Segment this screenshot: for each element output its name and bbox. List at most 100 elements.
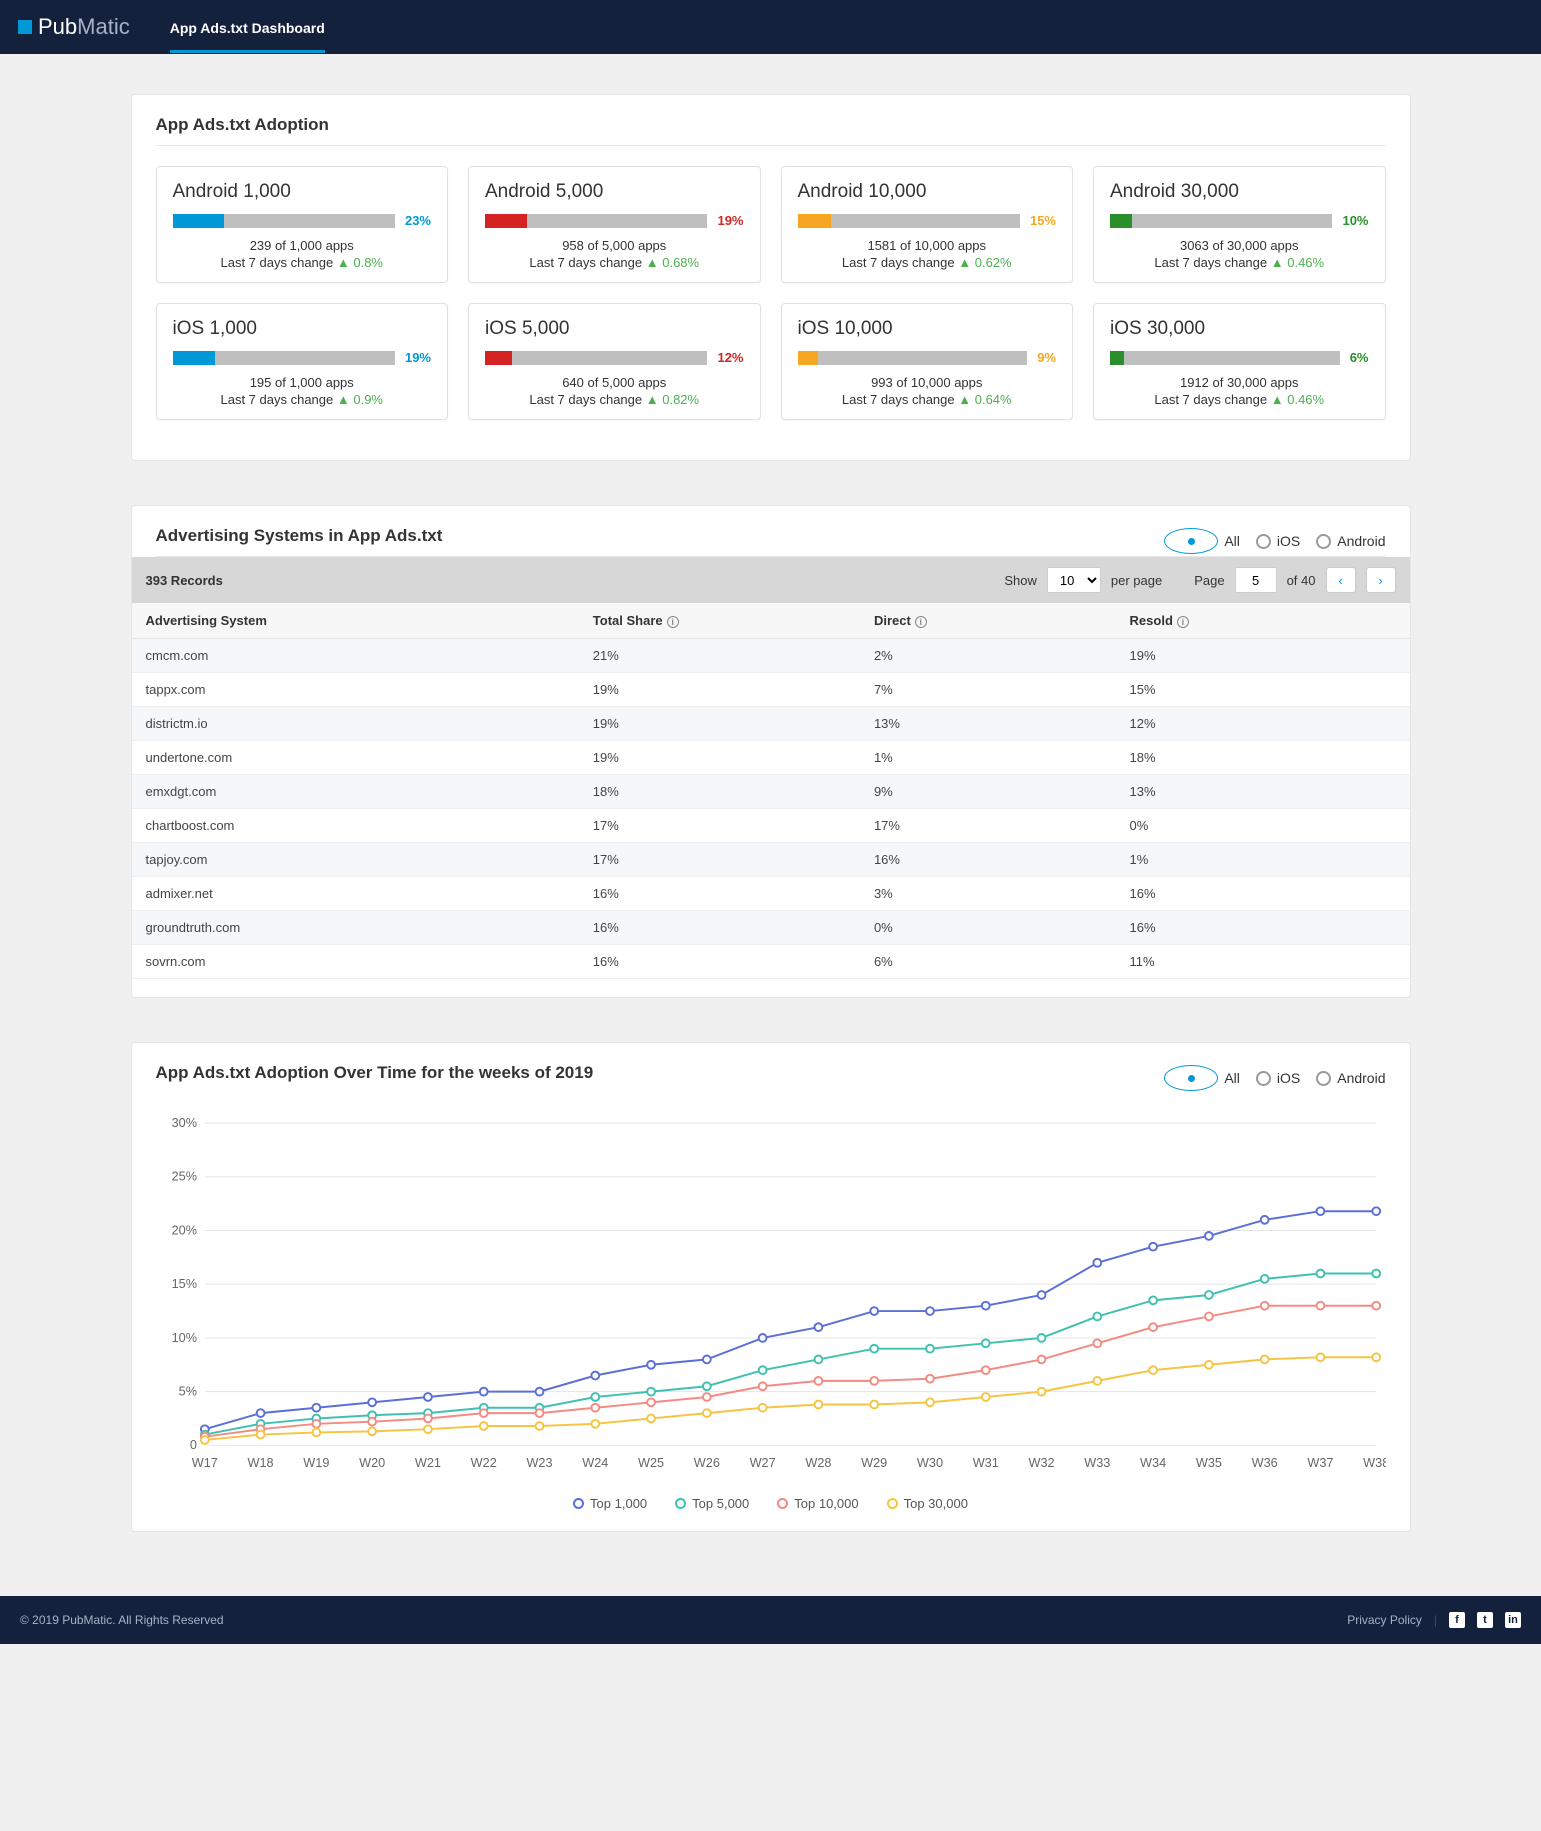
chevron-left-icon: ‹: [1338, 573, 1342, 588]
progress-pct: 10%: [1342, 213, 1368, 228]
svg-text:W35: W35: [1195, 1456, 1221, 1470]
panel-overtime: App Ads.txt Adoption Over Time for the w…: [131, 1042, 1411, 1532]
radio-dot-icon: [1256, 534, 1271, 549]
svg-text:W19: W19: [303, 1456, 329, 1470]
col-resold[interactable]: Resoldi: [1116, 603, 1410, 639]
linkedin-icon[interactable]: in: [1505, 1612, 1521, 1628]
cell-resold: 0%: [1116, 809, 1410, 843]
table-row[interactable]: groundtruth.com16%0%16%: [132, 911, 1410, 945]
logo-square-icon: [18, 20, 32, 34]
progress-fill: [173, 214, 224, 228]
footer-copyright: © 2019 PubMatic. All Rights Reserved: [20, 1613, 224, 1627]
arrow-up-icon: ▲: [646, 255, 659, 270]
twitter-icon[interactable]: t: [1477, 1612, 1493, 1628]
card-change: Last 7 days change ▲ 0.9%: [173, 392, 432, 407]
table-row[interactable]: emxdgt.com18%9%13%: [132, 775, 1410, 809]
svg-text:W27: W27: [749, 1456, 775, 1470]
radio-all[interactable]: All: [1164, 1065, 1240, 1091]
radio-ios[interactable]: iOS: [1256, 533, 1300, 549]
svg-text:W31: W31: [972, 1456, 998, 1470]
cell-direct: 1%: [860, 741, 1116, 775]
arrow-up-icon: ▲: [958, 255, 971, 270]
prev-page-button[interactable]: ‹: [1326, 567, 1356, 593]
panel-title: Advertising Systems in App Ads.txt: [156, 526, 443, 546]
page-number-input[interactable]: [1235, 567, 1277, 593]
cell-direct: 0%: [860, 911, 1116, 945]
table-row[interactable]: tapjoy.com17%16%1%: [132, 843, 1410, 877]
adoption-card: iOS 5,00012%640 of 5,000 appsLast 7 days…: [468, 303, 761, 420]
cell-share: 21%: [579, 639, 860, 673]
per-page-label: per page: [1111, 573, 1162, 588]
col-share[interactable]: Total Sharei: [579, 603, 860, 639]
radio-all[interactable]: All: [1164, 528, 1240, 554]
progress-fill: [798, 351, 819, 365]
cell-resold: 13%: [1116, 775, 1410, 809]
card-change: Last 7 days change ▲ 0.82%: [485, 392, 744, 407]
svg-text:30%: 30%: [171, 1116, 196, 1130]
progress-fill: [1110, 214, 1132, 228]
svg-text:W17: W17: [191, 1456, 217, 1470]
filter-radios: All iOS Android: [1164, 1065, 1385, 1091]
page-size-select[interactable]: 10: [1047, 567, 1101, 593]
svg-text:W26: W26: [693, 1456, 719, 1470]
cell-resold: 19%: [1116, 639, 1410, 673]
cell-resold: 16%: [1116, 911, 1410, 945]
table-row[interactable]: chartboost.com17%17%0%: [132, 809, 1410, 843]
legend-item[interactable]: Top 10,000: [777, 1496, 858, 1511]
privacy-link[interactable]: Privacy Policy: [1347, 1613, 1422, 1627]
card-subtitle: 195 of 1,000 apps: [173, 375, 432, 390]
legend-item[interactable]: Top 1,000: [573, 1496, 647, 1511]
legend-item[interactable]: Top 5,000: [675, 1496, 749, 1511]
radio-android[interactable]: Android: [1316, 1070, 1385, 1086]
card-title: iOS 5,000: [485, 318, 744, 340]
svg-text:W23: W23: [526, 1456, 552, 1470]
progress-bar: [173, 351, 395, 365]
table-row[interactable]: districtm.io19%13%12%: [132, 707, 1410, 741]
svg-text:W28: W28: [805, 1456, 831, 1470]
svg-text:W24: W24: [582, 1456, 608, 1470]
info-icon[interactable]: i: [667, 616, 679, 628]
card-change: Last 7 days change ▲ 0.8%: [173, 255, 432, 270]
cell-resold: 11%: [1116, 945, 1410, 979]
facebook-icon[interactable]: f: [1449, 1612, 1465, 1628]
legend-item[interactable]: Top 30,000: [887, 1496, 968, 1511]
table-row[interactable]: cmcm.com21%2%19%: [132, 639, 1410, 673]
arrow-up-icon: ▲: [958, 392, 971, 407]
cell-direct: 9%: [860, 775, 1116, 809]
cell-resold: 18%: [1116, 741, 1410, 775]
adoption-card: Android 10,00015%1581 of 10,000 appsLast…: [781, 166, 1074, 283]
cell-direct: 16%: [860, 843, 1116, 877]
arrow-up-icon: ▲: [1271, 392, 1284, 407]
adoption-card: Android 5,00019%958 of 5,000 appsLast 7 …: [468, 166, 761, 283]
col-direct[interactable]: Directi: [860, 603, 1116, 639]
brand-logo[interactable]: PubMatic: [18, 14, 130, 40]
card-title: iOS 10,000: [798, 318, 1057, 340]
progress-pct: 9%: [1037, 350, 1056, 365]
progress-fill: [173, 351, 215, 365]
card-subtitle: 1912 of 30,000 apps: [1110, 375, 1369, 390]
top-nav: PubMatic App Ads.txt Dashboard: [0, 0, 1541, 54]
table-row[interactable]: tappx.com19%7%15%: [132, 673, 1410, 707]
cell-system: admixer.net: [132, 877, 579, 911]
info-icon[interactable]: i: [915, 616, 927, 628]
card-title: Android 1,000: [173, 181, 432, 203]
card-change: Last 7 days change ▲ 0.62%: [798, 255, 1057, 270]
panel-title: App Ads.txt Adoption: [156, 115, 1386, 135]
arrow-up-icon: ▲: [337, 392, 350, 407]
cell-system: cmcm.com: [132, 639, 579, 673]
info-icon[interactable]: i: [1177, 616, 1189, 628]
card-change: Last 7 days change ▲ 0.68%: [485, 255, 744, 270]
radio-dot-icon: [1316, 1071, 1331, 1086]
table-row[interactable]: undertone.com19%1%18%: [132, 741, 1410, 775]
radio-android[interactable]: Android: [1316, 533, 1385, 549]
tab-dashboard[interactable]: App Ads.txt Dashboard: [170, 2, 325, 53]
radio-ios[interactable]: iOS: [1256, 1070, 1300, 1086]
svg-text:W36: W36: [1251, 1456, 1277, 1470]
col-system[interactable]: Advertising System: [132, 603, 579, 639]
next-page-button[interactable]: ›: [1366, 567, 1396, 593]
table-row[interactable]: sovrn.com16%6%11%: [132, 945, 1410, 979]
cards-grid: iOS 1,00019%195 of 1,000 appsLast 7 days…: [156, 303, 1386, 420]
svg-text:W20: W20: [359, 1456, 385, 1470]
progress-fill: [798, 214, 831, 228]
table-row[interactable]: admixer.net16%3%16%: [132, 877, 1410, 911]
